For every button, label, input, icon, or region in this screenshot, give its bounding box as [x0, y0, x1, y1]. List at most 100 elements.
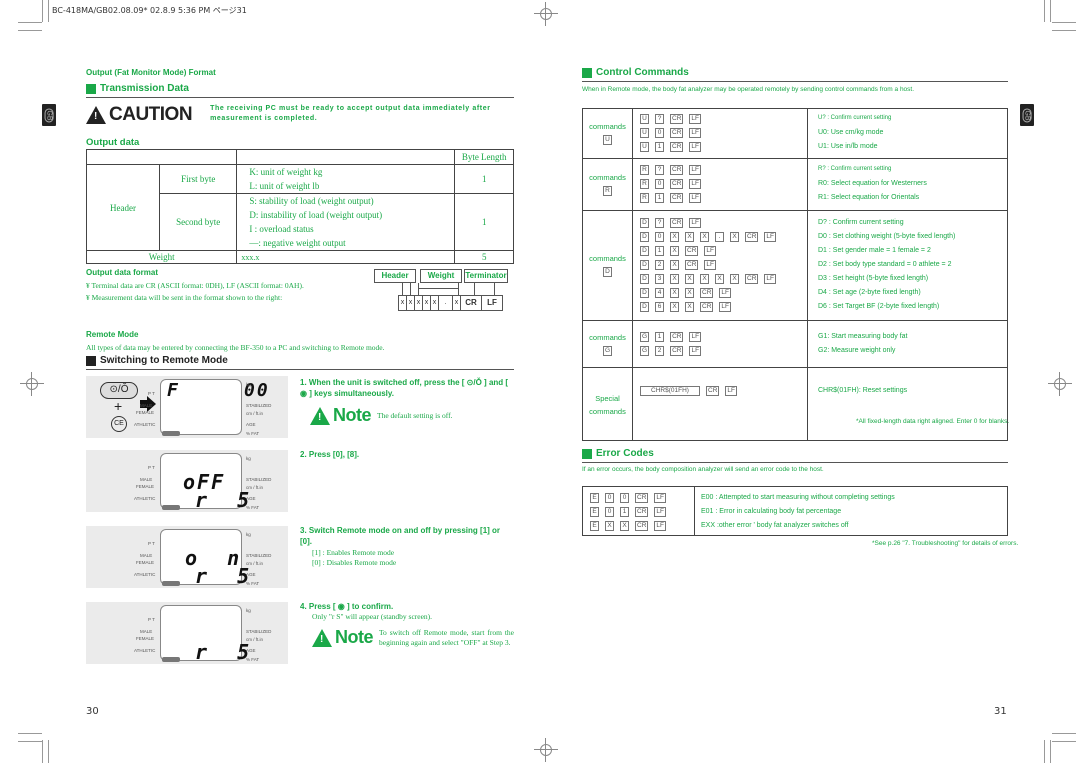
note-text: To switch off Remote mode, start from th… — [379, 627, 514, 647]
command-sequence: G 2 CR LF — [640, 345, 702, 356]
command-key: ? — [655, 114, 664, 124]
lcd-label: MALE — [140, 403, 153, 408]
command-key: 1 — [655, 246, 664, 256]
page-number-left: 30 — [86, 706, 99, 717]
command-key: U — [640, 128, 649, 138]
command-sequence: R 1 CR LF — [640, 193, 701, 203]
command-key: X — [685, 232, 694, 242]
first-byte-label: First byte — [158, 164, 238, 194]
second-byte-values: S: stability of load (weight output) D: … — [236, 193, 456, 251]
lcd-label: STABILIZED — [246, 629, 272, 634]
command-description: D3 : Set height (5-byte fixed length) — [818, 275, 929, 282]
command-sequence: R 0 CR LF — [640, 179, 701, 189]
command-key: D — [640, 246, 649, 256]
error-key: E — [590, 521, 599, 531]
command-key: CHR$(01FH) — [640, 386, 700, 396]
command-key: LF — [689, 179, 701, 189]
error-key: X — [605, 521, 614, 531]
second-byte-length: 1 — [454, 193, 514, 251]
error-description: E01 : Error in calculating body fat perc… — [701, 508, 842, 515]
switching-title: Switching to Remote Mode — [86, 355, 514, 370]
command-sequence: D 4 X X CR LF — [640, 288, 731, 298]
command-sequences: R? CR LF R 0 CR LF R 1 CR LF — [633, 159, 808, 210]
error-key: LF — [654, 493, 666, 503]
command-sequence: R? CR LF — [640, 165, 701, 175]
command-description: R? : Confirm current setting — [818, 166, 892, 172]
command-key: ? — [655, 218, 664, 228]
command-key: LF — [725, 386, 737, 396]
error-key: 1 — [620, 507, 629, 517]
connector-line — [402, 283, 403, 295]
command-key: CR — [700, 302, 714, 312]
lcd-label: P T — [148, 391, 155, 396]
error-sequence: E 0 1 CR LF — [590, 507, 666, 517]
command-sequences: U? CR LF U 0 CR LF U 1 CR LF — [633, 109, 808, 158]
command-sequence: D 3 X X X X X CR LF — [640, 274, 776, 284]
command-key: LF — [689, 218, 701, 228]
caution-label: CAUTION — [86, 104, 193, 126]
command-key: ? — [655, 165, 664, 175]
note-1: Note The default setting is off. — [310, 405, 452, 426]
diagram-header-label: Header — [374, 269, 416, 283]
command-key: X — [670, 260, 679, 270]
output-format-title: Output data format — [86, 268, 158, 277]
command-description: R1: Select equation for Orientals — [818, 194, 920, 201]
error-key: 0 — [605, 507, 614, 517]
command-group-label: commands R — [583, 159, 633, 210]
error-sequence: E 0 0 CR LF — [590, 493, 666, 503]
command-key: R — [603, 186, 612, 196]
command-group: commands D D? CR LF D 0 X X X. X CR LF D 1 X CR LF D 2 X CR LF… — [583, 211, 1007, 321]
command-sequences: G 1 CR LF G 2 CR LF — [633, 321, 808, 367]
lcd-label: MALE — [140, 553, 153, 558]
lcd-label: ATHLETIC — [134, 572, 156, 577]
byte-length-header: Byte Length — [454, 149, 514, 165]
control-commands-title: Control Commands — [582, 67, 1008, 82]
lcd-label: ATHLETIC — [134, 648, 156, 653]
lcd-label: cm / ft.in — [246, 485, 264, 490]
command-key: D — [640, 302, 649, 312]
lcd-label: FEMALE — [136, 484, 155, 489]
command-key: X — [670, 288, 679, 298]
crop-mark — [1044, 740, 1045, 763]
error-key: E — [590, 507, 599, 517]
command-sequence: D 2 X CR LF — [640, 260, 716, 270]
command-key: U — [603, 135, 612, 145]
lcd-label: STABILIZED — [246, 477, 272, 482]
command-key: LF — [704, 246, 716, 256]
connector-line — [494, 283, 495, 295]
crop-mark — [42, 0, 43, 22]
error-key: LF — [654, 521, 666, 531]
section-marker — [86, 355, 96, 366]
command-key: U — [640, 114, 649, 124]
command-group: commands R R? CR LF R 0 CR LF R 1 CR LF R? : Confirm … — [583, 159, 1007, 211]
lcd-label: AGE — [246, 648, 256, 653]
command-group-name: commands — [589, 122, 626, 131]
command-description: G2: Measure weight only — [818, 346, 896, 354]
step-3-option-1: [1] : Enables Remote mode — [312, 548, 395, 557]
format-cell-cr: CR — [460, 295, 482, 311]
command-key: LF — [689, 345, 702, 356]
step-badge — [162, 581, 180, 586]
weight-length: 5 — [454, 250, 514, 264]
command-key: 1 — [655, 193, 664, 203]
command-key: CR — [700, 288, 714, 298]
command-key: . — [715, 232, 724, 242]
lcd-label: % FAT — [246, 431, 260, 436]
command-key: 0 — [655, 179, 664, 189]
registration-mark-bottom — [534, 738, 558, 762]
error-key: X — [620, 521, 629, 531]
command-key: LF — [719, 288, 731, 298]
language-tab-left: GB — [42, 104, 56, 126]
output-data-table: Byte Length Header First byte K: unit of… — [85, 149, 514, 264]
command-group-label: commands D — [583, 211, 633, 320]
command-key: 4 — [655, 288, 664, 298]
error-footnote: *See p.26 "7. Troubleshooting" for detai… — [872, 540, 1019, 547]
registration-mark-top — [534, 2, 558, 26]
header-cell: Header — [86, 164, 160, 251]
crop-mark — [48, 0, 49, 22]
caution-box: CAUTION The receiving PC must be ready t… — [86, 104, 514, 126]
note-label: Note — [312, 627, 374, 648]
command-description: D1 : Set gender male = 1 female = 2 — [818, 247, 931, 254]
remote-mode-title: Remote Mode — [86, 330, 139, 339]
command-key: CR — [745, 232, 759, 242]
